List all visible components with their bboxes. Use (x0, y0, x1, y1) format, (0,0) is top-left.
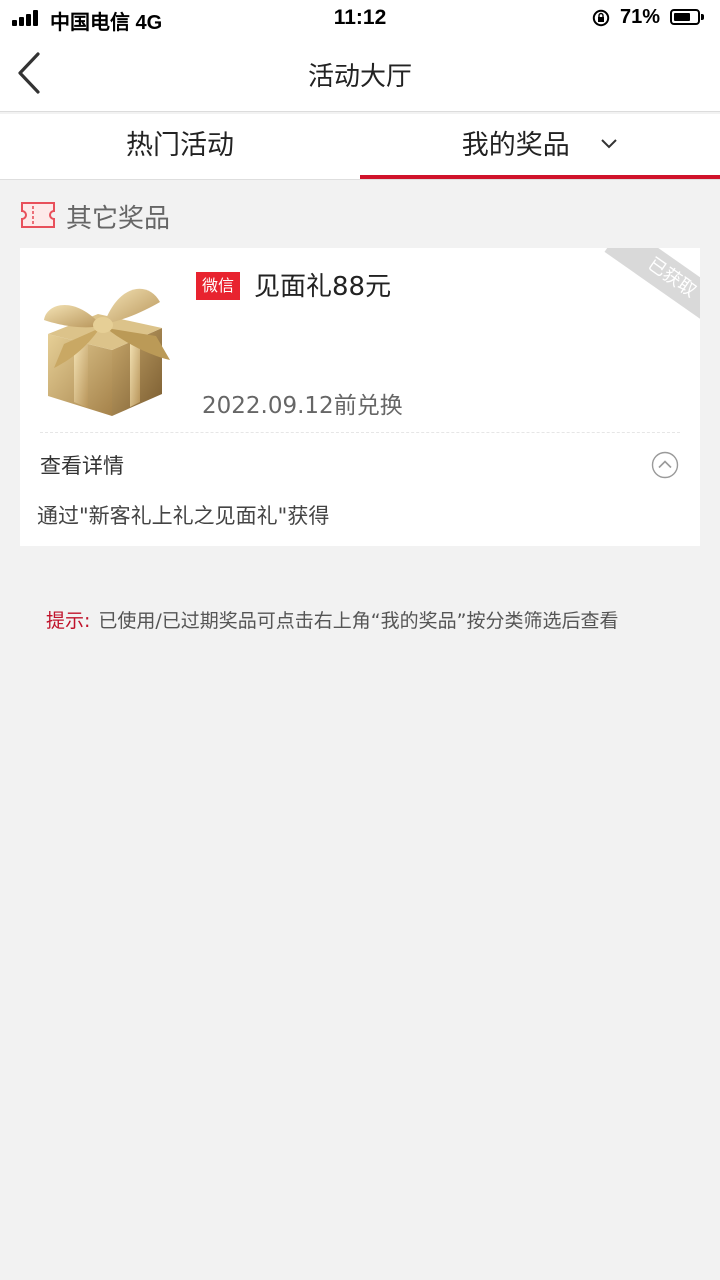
tab-label: 我的奖品 (461, 130, 570, 161)
tip-message: 提示: 已使用/已过期奖品可点击右上角“我的奖品”按分类筛选后查看 (46, 606, 619, 633)
divider (40, 432, 680, 433)
chevron-up-circle-icon[interactable] (651, 451, 679, 479)
view-details-label[interactable]: 查看详情 (40, 450, 124, 480)
details-text: 通过"新客礼上礼之见面礼"获得 (37, 504, 330, 528)
tab-my-prizes[interactable]: 我的奖品 (360, 114, 720, 180)
battery-percent: 71% (620, 6, 661, 28)
obtained-status-ribbon: 已获取 (586, 248, 700, 326)
gift-box-image (44, 288, 170, 416)
tab-label: 热门活动 (126, 130, 234, 161)
prize-card[interactable]: 微信 见面礼88元 2022.09.12前兑换 已获取 查看详情 通过"新客礼上… (20, 248, 700, 546)
ticket-icon (21, 202, 55, 228)
nav-bar: 活动大厅 (0, 36, 720, 112)
tab-hot-activities[interactable]: 热门活动 (0, 114, 360, 180)
tip-text: 已使用/已过期奖品可点击右上角“我的奖品”按分类筛选后查看 (98, 610, 619, 632)
expiry-date: 2022.09.12前兑换 (202, 393, 403, 419)
platform-badge: 微信 (196, 272, 241, 300)
section-header: 其它奖品 (20, 196, 420, 236)
section-title: 其它奖品 (66, 204, 171, 234)
page-title: 活动大厅 (307, 62, 412, 92)
prize-name: 见面礼88元 (254, 272, 392, 302)
rotation-lock-icon (592, 9, 610, 27)
tip-label: 提示: (46, 610, 91, 632)
tab-bar: 热门活动 我的奖品 (0, 114, 720, 180)
status-time: 11:12 (333, 6, 387, 29)
active-tab-indicator (360, 175, 720, 179)
battery-icon (670, 9, 704, 25)
status-bar: 中国电信 4G 11:12 71% (0, 0, 720, 36)
chevron-down-icon (601, 138, 618, 148)
status-label: 已获取 (643, 253, 700, 302)
